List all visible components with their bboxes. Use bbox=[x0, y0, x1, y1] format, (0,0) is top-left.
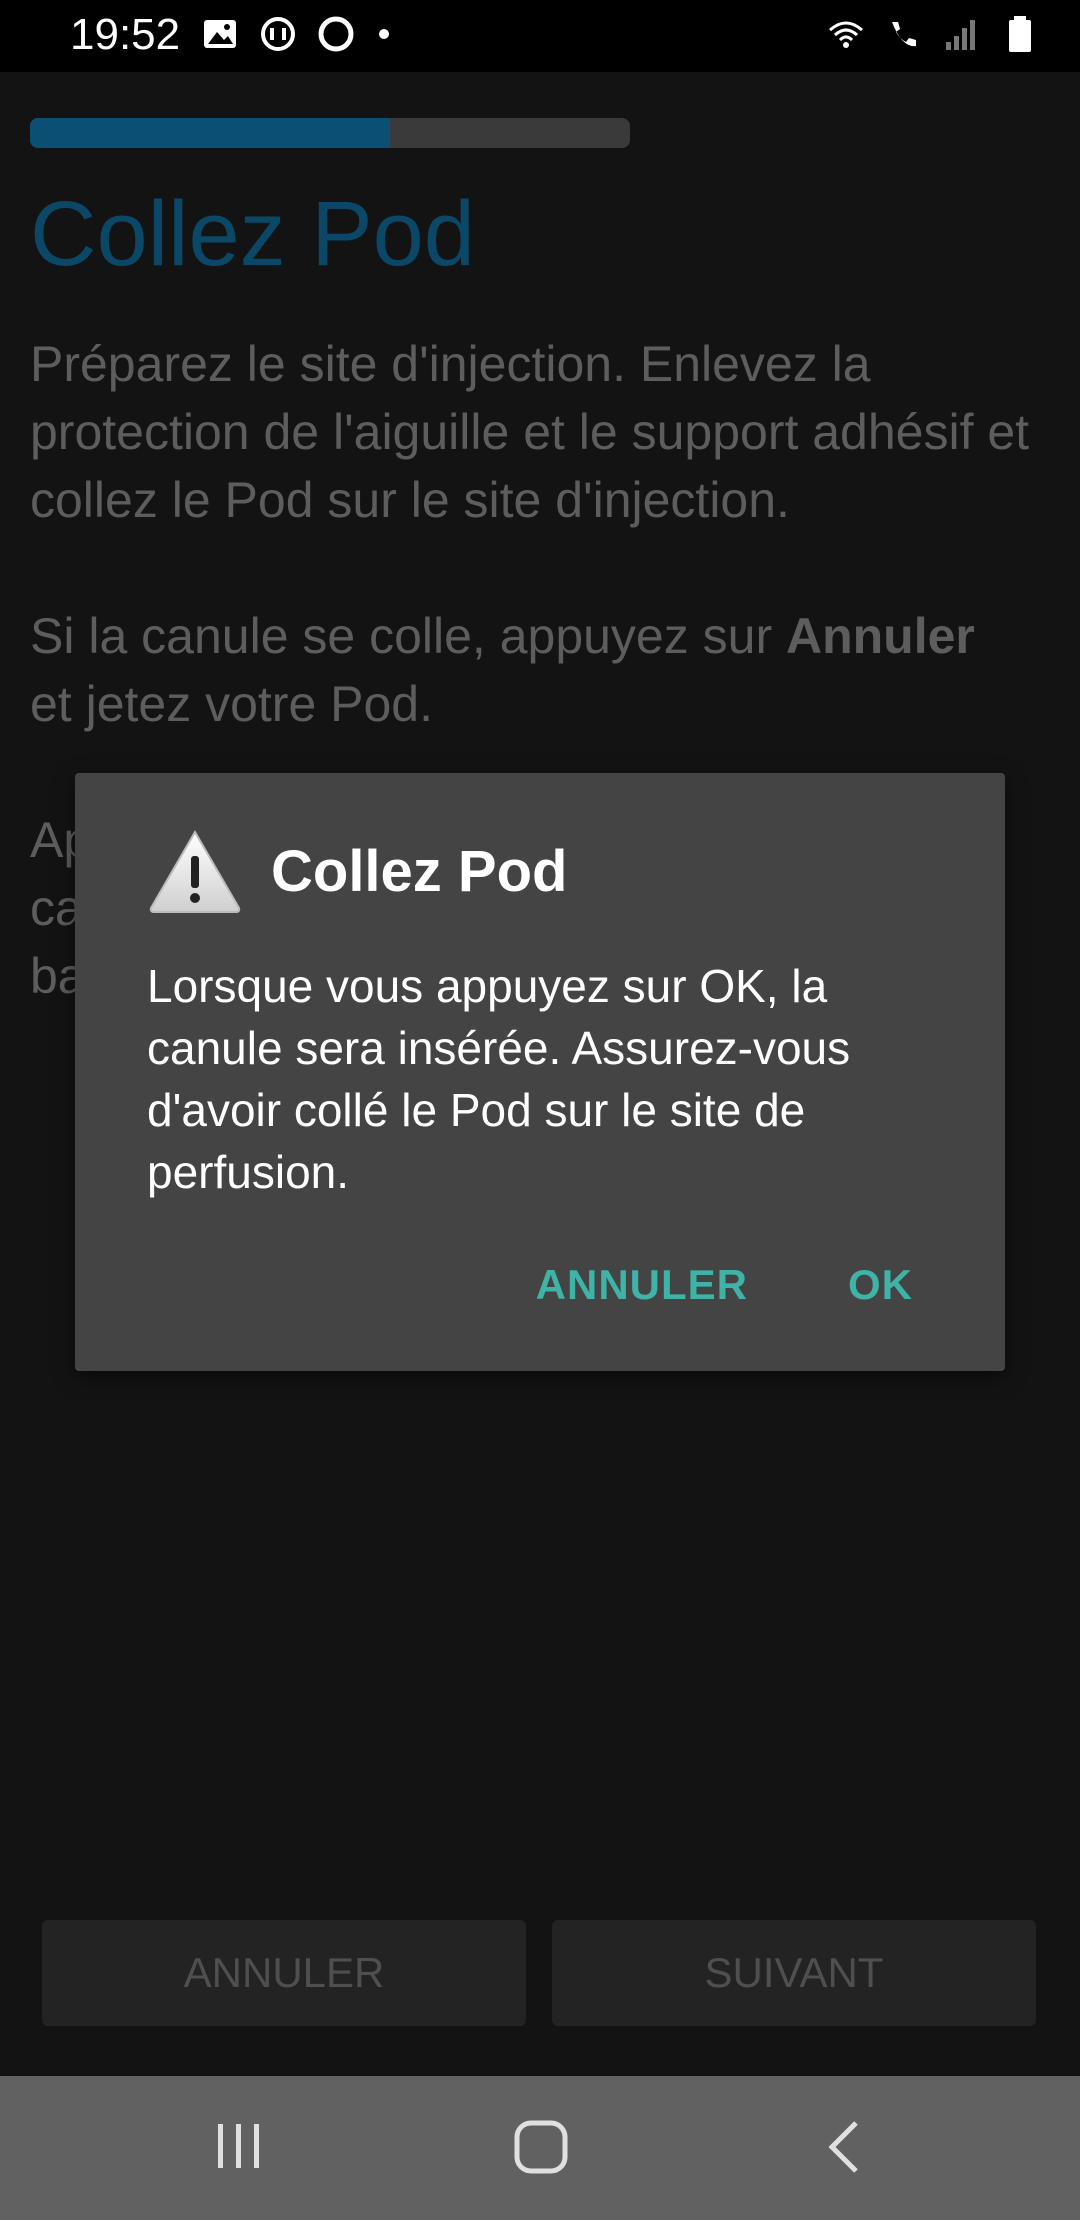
paragraph-2-text: Si la canule se colle, appuyez sur bbox=[30, 608, 786, 664]
back-icon[interactable] bbox=[820, 2118, 870, 2176]
signal-icon bbox=[946, 20, 975, 50]
instruction-paragraph-2: Si la canule se colle, appuyez sur Annul… bbox=[30, 602, 1030, 738]
paragraph-2-end: et jetez votre Pod. bbox=[30, 676, 434, 732]
progress-fill bbox=[30, 118, 390, 148]
dialog-actions: ANNULER OK bbox=[536, 1261, 913, 1309]
progress-bar bbox=[30, 118, 630, 148]
next-button[interactable]: SUIVANT bbox=[552, 1920, 1036, 2026]
instruction-paragraph-1: Préparez le site d'injection. Enlevez la… bbox=[30, 336, 1030, 528]
image-icon bbox=[204, 20, 236, 48]
warning-icon bbox=[149, 830, 241, 913]
cancel-button[interactable]: ANNULER bbox=[42, 1920, 526, 2026]
wifi-icon bbox=[829, 21, 863, 48]
status-time: 19:52 bbox=[70, 10, 181, 59]
home-icon[interactable] bbox=[512, 2118, 570, 2176]
navigation-bar bbox=[0, 2076, 1080, 2220]
dialog-title: Collez Pod bbox=[271, 838, 568, 904]
sync-icon bbox=[261, 17, 295, 51]
dot-icon bbox=[379, 29, 389, 39]
paragraph-2-bold: Annuler bbox=[785, 608, 975, 664]
status-right-icons bbox=[826, 14, 1040, 54]
confirm-dialog: Collez Pod Lorsque vous appuyez sur OK, … bbox=[75, 773, 1005, 1371]
status-bar: 19:52 bbox=[0, 0, 1080, 72]
page-title: Collez Pod bbox=[30, 183, 475, 285]
wifi-call-icon bbox=[892, 22, 916, 47]
recents-icon[interactable] bbox=[212, 2118, 266, 2172]
circle-icon bbox=[318, 16, 354, 52]
status-left-icons bbox=[200, 14, 394, 54]
dialog-message: Lorsque vous appuyez sur OK, la canule s… bbox=[147, 960, 851, 1198]
dialog-header: Collez Pod bbox=[147, 828, 567, 914]
dialog-ok-button[interactable]: OK bbox=[848, 1261, 913, 1309]
dialog-cancel-button[interactable]: ANNULER bbox=[536, 1261, 748, 1309]
battery-icon bbox=[1009, 16, 1031, 52]
